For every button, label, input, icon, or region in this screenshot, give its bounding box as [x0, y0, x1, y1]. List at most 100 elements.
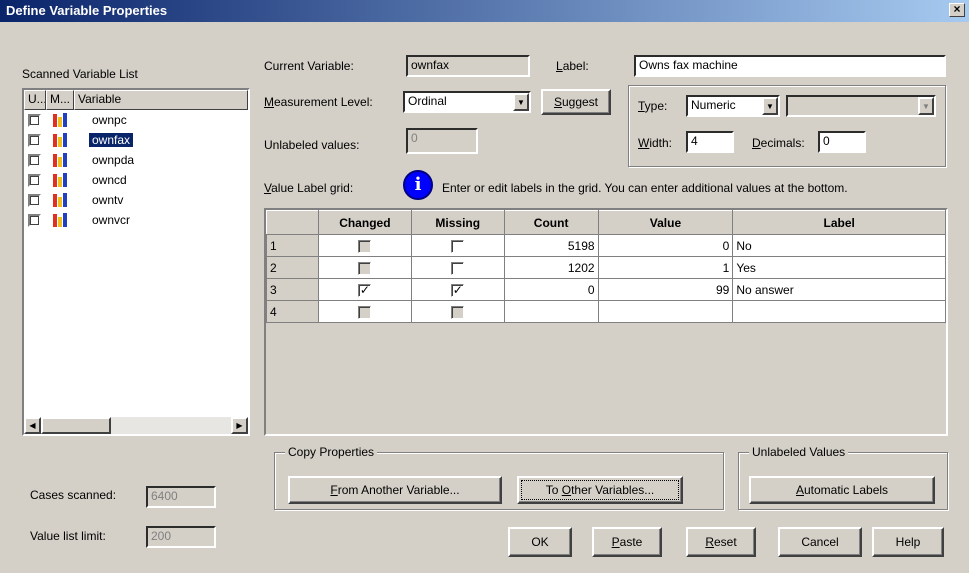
variable-name: ownpda: [92, 153, 135, 167]
value-cell[interactable]: [597, 300, 734, 323]
grid-row[interactable]: 2 1202 1 Yes: [266, 256, 946, 279]
changed-cell: [317, 256, 412, 279]
col-header-missing[interactable]: Missing: [410, 210, 505, 235]
variable-list-item[interactable]: ownfax: [24, 130, 248, 150]
variable-list-item[interactable]: owncd: [24, 170, 248, 190]
paste-button[interactable]: Paste: [592, 527, 662, 557]
suggest-button[interactable]: Suggest: [541, 89, 611, 115]
title-bar: Define Variable Properties: [0, 0, 969, 22]
value-cell[interactable]: 0: [597, 234, 734, 257]
list-header: U... M... Variable: [24, 90, 248, 110]
scanned-variable-list[interactable]: U... M... Variable ownpc ownfax ownpda ownc…: [22, 88, 250, 436]
ordinal-variable-icon: [52, 172, 68, 188]
count-cell: [503, 300, 599, 323]
changed-cell: ✓: [317, 278, 412, 301]
variable-name: ownvcr: [92, 213, 131, 227]
col-header-changed[interactable]: Changed: [317, 210, 412, 235]
help-button[interactable]: Help: [872, 527, 944, 557]
variable-list-item[interactable]: ownpc: [24, 110, 248, 130]
missing-checkbox[interactable]: ✓: [451, 283, 465, 297]
measurement-level-value: Ordinal: [408, 94, 447, 108]
missing-cell[interactable]: [410, 234, 505, 257]
automatic-labels-button[interactable]: Automatic Labels: [749, 476, 935, 504]
unlabeled-values-group-title: Unlabeled Values: [749, 445, 849, 459]
variable-name: owncd: [92, 173, 127, 187]
changed-checkbox: ✓: [358, 282, 372, 297]
label-field[interactable]: Owns fax machine: [634, 55, 946, 77]
changed-checkbox: [358, 305, 372, 319]
variable-name: ownfax: [89, 133, 134, 147]
col-header-u[interactable]: U...: [24, 90, 46, 110]
from-another-variable-button[interactable]: From Another Variable...: [288, 476, 502, 504]
use-checkbox[interactable]: [28, 113, 41, 127]
ordinal-variable-icon: [52, 212, 68, 228]
col-header-label[interactable]: Label: [732, 210, 946, 235]
count-cell: 5198: [503, 234, 599, 257]
use-checkbox[interactable]: [28, 213, 41, 227]
cases-scanned-field: 6400: [146, 486, 216, 508]
missing-checkbox[interactable]: [451, 239, 465, 253]
missing-cell[interactable]: [410, 300, 505, 323]
info-icon: i: [403, 170, 433, 200]
value-label-table: Changed Missing Count Value Label 1 5198 0…: [266, 210, 946, 323]
reset-button[interactable]: Reset: [686, 527, 756, 557]
grid-row[interactable]: 1 5198 0 No: [266, 234, 946, 257]
ordinal-variable-icon: [52, 112, 68, 128]
missing-checkbox[interactable]: [451, 261, 465, 275]
label-cell[interactable]: Yes: [732, 256, 946, 279]
use-checkbox[interactable]: [28, 193, 41, 207]
copy-properties-title: Copy Properties: [285, 445, 378, 459]
variable-name: ownpc: [92, 113, 127, 127]
ok-button[interactable]: OK: [508, 527, 572, 557]
cases-scanned-label: Cases scanned:: [30, 488, 117, 502]
ordinal-variable-icon: [52, 192, 68, 208]
variable-name: owntv: [92, 193, 124, 207]
count-cell: 0: [503, 278, 599, 301]
row-number: 2: [266, 256, 319, 279]
scroll-thumb[interactable]: [41, 417, 111, 434]
decimals-label: Decimals:: [752, 136, 805, 150]
scroll-track: [111, 417, 231, 434]
missing-checkbox[interactable]: [451, 305, 465, 319]
window-title: Define Variable Properties: [6, 3, 168, 18]
horizontal-scrollbar[interactable]: ◀ ▶: [24, 417, 248, 434]
grid-info-text: Enter or edit labels in the grid. You ca…: [442, 181, 848, 195]
col-header-variable[interactable]: Variable: [74, 90, 248, 110]
type-select[interactable]: Numeric ▼: [686, 95, 780, 117]
close-button[interactable]: ×: [949, 3, 965, 17]
measurement-level-label: Measurement Level:: [264, 95, 373, 109]
grid-corner-header: [266, 210, 319, 235]
cancel-button[interactable]: Cancel: [778, 527, 862, 557]
measurement-level-select[interactable]: Ordinal ▼: [403, 91, 531, 113]
to-other-variables-button[interactable]: To Other Variables...: [517, 476, 683, 504]
value-cell[interactable]: 99: [597, 278, 734, 301]
changed-cell: [317, 234, 412, 257]
scroll-right-icon[interactable]: ▶: [231, 417, 248, 434]
label-cell[interactable]: No answer: [732, 278, 946, 301]
changed-checkbox: [358, 261, 372, 275]
value-label-grid[interactable]: Changed Missing Count Value Label 1 5198 0…: [264, 208, 948, 436]
missing-cell[interactable]: ✓: [410, 278, 505, 301]
chevron-down-icon[interactable]: ▼: [762, 97, 778, 115]
scroll-left-icon[interactable]: ◀: [24, 417, 41, 434]
grid-row[interactable]: 3 ✓ ✓ 0 99 No answer: [266, 278, 946, 301]
col-header-m[interactable]: M...: [46, 90, 74, 110]
decimals-field[interactable]: 0: [818, 131, 866, 153]
variable-list-item[interactable]: owntv: [24, 190, 248, 210]
grid-row[interactable]: 4: [266, 300, 946, 323]
width-field[interactable]: 4: [686, 131, 734, 153]
col-header-value[interactable]: Value: [597, 210, 734, 235]
label-cell[interactable]: [732, 300, 946, 323]
missing-cell[interactable]: [410, 256, 505, 279]
use-checkbox[interactable]: [28, 153, 41, 167]
variable-list-item[interactable]: ownvcr: [24, 210, 248, 230]
use-checkbox[interactable]: [28, 173, 41, 187]
ordinal-variable-icon: [52, 132, 68, 148]
chevron-down-icon[interactable]: ▼: [513, 93, 529, 111]
use-checkbox[interactable]: [28, 133, 41, 147]
col-header-count[interactable]: Count: [503, 210, 599, 235]
value-cell[interactable]: 1: [597, 256, 734, 279]
label-cell[interactable]: No: [732, 234, 946, 257]
variable-list-item[interactable]: ownpda: [24, 150, 248, 170]
width-label: Width:: [638, 136, 673, 150]
